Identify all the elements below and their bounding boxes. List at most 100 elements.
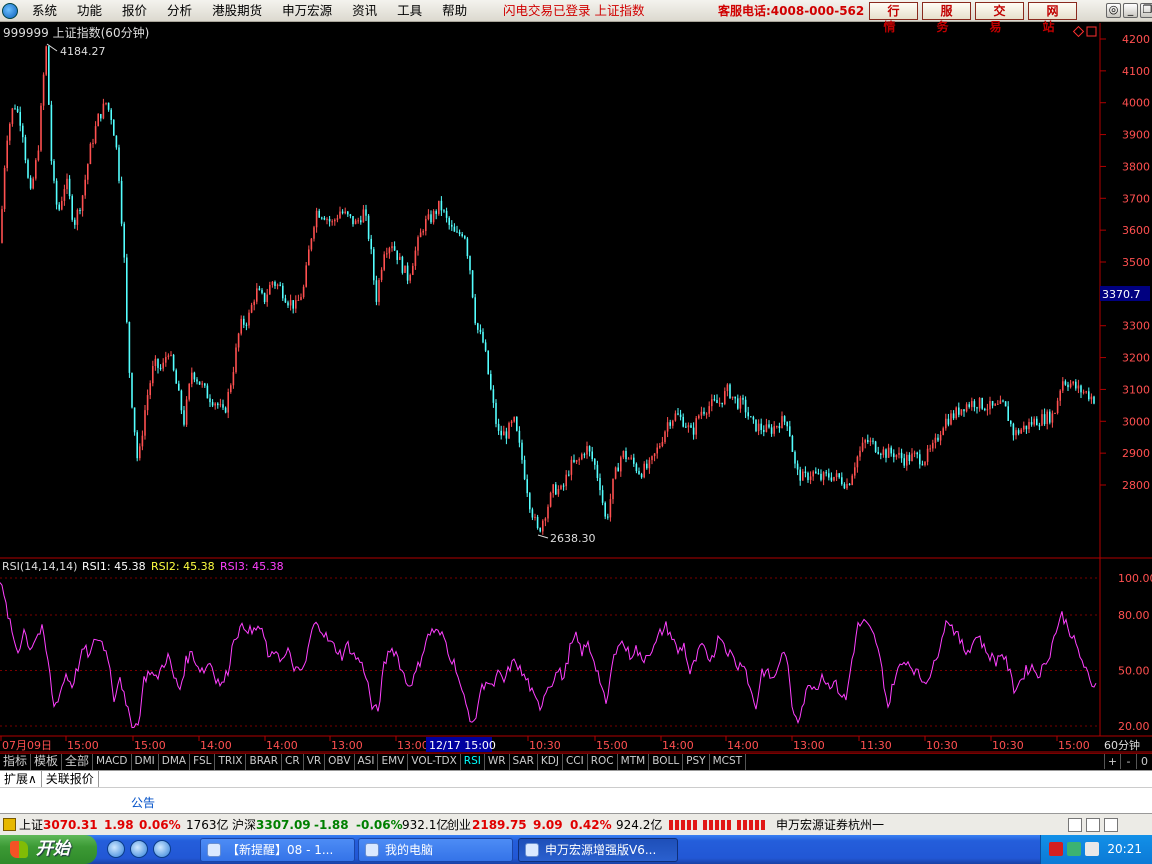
candle-body [685,426,687,428]
menu-quotes[interactable]: 报价 [116,0,153,22]
taskbar-item-forum[interactable]: 【新提醒】08 - 1... [200,838,355,862]
diamond-icon[interactable] [1072,25,1085,38]
rsi-series-line[interactable] [0,582,1097,729]
start-button[interactable]: 开始 [0,835,97,864]
candle-body [843,484,846,489]
maximize-icon[interactable]: ❐ [1140,3,1152,18]
period-label[interactable]: 60分钟 [1104,738,1140,752]
memo-icon[interactable] [1068,818,1082,832]
tab-cci[interactable]: CCI [563,754,588,770]
tab-cr[interactable]: CR [282,754,304,770]
signal-icon[interactable] [1086,818,1100,832]
candle-body [583,454,586,456]
tab-fsl[interactable]: FSL [190,754,216,770]
minimize-icon[interactable]: _ [1123,3,1138,18]
tab-asi[interactable]: ASI [355,754,379,770]
tab-expand[interactable]: 扩展∧ [0,771,42,787]
service-button[interactable]: 服务 [922,2,971,34]
tab-vol-tdx[interactable]: VOL-TDX [408,754,461,770]
tab-obv[interactable]: OBV [325,754,355,770]
candle-body [84,179,86,196]
candle-body [165,356,167,363]
app-logo-icon[interactable] [2,3,18,19]
tab-wr[interactable]: WR [485,754,510,770]
candlestick-series[interactable] [1,45,1095,535]
tab-boll[interactable]: BOLL [649,754,684,770]
tab-dmi[interactable]: DMI [132,754,159,770]
zoom-in-button[interactable]: + [1104,754,1120,769]
candle-body [812,471,814,477]
tab-rsi[interactable]: RSI [461,754,485,770]
chart-frame [0,23,1152,753]
taskbar-item-my-computer[interactable]: 我的电脑 [358,838,513,862]
tab-vr[interactable]: VR [304,754,326,770]
candle-body [386,253,388,255]
tab-all[interactable]: 全部 [62,754,94,770]
menu-hk-futures[interactable]: 港股期货 [206,0,268,22]
candle-body [123,223,125,258]
clock[interactable]: 20:21 [1107,835,1142,864]
menu-function[interactable]: 功能 [71,0,108,22]
candle-body [903,458,905,466]
menu-help[interactable]: 帮助 [436,0,473,22]
menu-news[interactable]: 资讯 [346,0,383,22]
candle-body [510,421,513,424]
tab-dma[interactable]: DMA [159,754,191,770]
tab-brar[interactable]: BRAR [246,754,283,770]
ie-icon[interactable] [107,840,125,858]
candle-body [711,399,713,407]
tab-roc[interactable]: ROC [588,754,618,770]
candle-body [804,471,807,473]
ticker-settings-icon[interactable] [3,818,16,831]
rsi2-value: RSI2: 45.38 [151,560,215,573]
candle-body [6,140,8,168]
candle-body [105,102,107,104]
shield-icon[interactable] [1085,842,1099,856]
broker-branch-text: 申万宏源证券杭州一 [776,818,885,832]
tab-sar[interactable]: SAR [510,754,538,770]
kline-chart[interactable]: 4200410040003900380037003600350034003300… [0,23,1152,753]
network-icon[interactable] [1067,842,1081,856]
zoom-out-button[interactable]: - [1120,754,1136,769]
tab-trix[interactable]: TRIX [215,754,247,770]
candle-body [591,451,593,460]
price-tick-label: 4200 [1122,33,1150,46]
candle-body [289,300,292,306]
candle-body [536,516,539,528]
menu-analysis[interactable]: 分析 [161,0,198,22]
tab-indicator[interactable]: 指标 [0,754,32,770]
trade-button[interactable]: 交易 [975,2,1024,34]
tab-mcst[interactable]: MCST [710,754,747,770]
candle-body [716,400,718,404]
zoom-reset-button[interactable]: 0 [1136,754,1152,769]
notice-label[interactable]: 公告 [131,794,155,811]
tab-kdj[interactable]: KDJ [538,754,563,770]
quotes-button[interactable]: 行情 [869,2,918,34]
taskbar-item-trading-app[interactable]: 申万宏源增强版V6... [518,838,678,862]
media-icon[interactable] [153,840,171,858]
restore-layout-icon[interactable]: ◎ [1106,3,1121,18]
candle-body [682,416,684,427]
menu-broker[interactable]: 申万宏源 [276,0,338,22]
browser-icon[interactable] [130,840,148,858]
lock-icon[interactable] [1104,818,1118,832]
website-button[interactable]: 网站 [1028,2,1077,34]
candle-body [1043,414,1046,425]
tab-psy[interactable]: PSY [683,754,710,770]
chart-corner-icons [1072,25,1097,38]
candle-body [991,401,994,406]
tab-template[interactable]: 模板 [31,754,63,770]
window-icon[interactable] [1086,26,1097,37]
tab-emv[interactable]: EMV [378,754,409,770]
rsi-indicator-label[interactable]: RSI(14,14,14) [2,560,77,573]
menu-tools[interactable]: 工具 [391,0,428,22]
candle-body [1038,425,1041,427]
tab-macd[interactable]: MACD [93,754,132,770]
tab-related-quotes[interactable]: 关联报价 [42,771,99,787]
candle-body [900,452,903,459]
candle-body [789,426,791,437]
candle-body [152,366,154,384]
antivirus-icon[interactable] [1049,842,1063,856]
menu-system[interactable]: 系统 [26,0,63,22]
tab-mtm[interactable]: MTM [618,754,650,770]
